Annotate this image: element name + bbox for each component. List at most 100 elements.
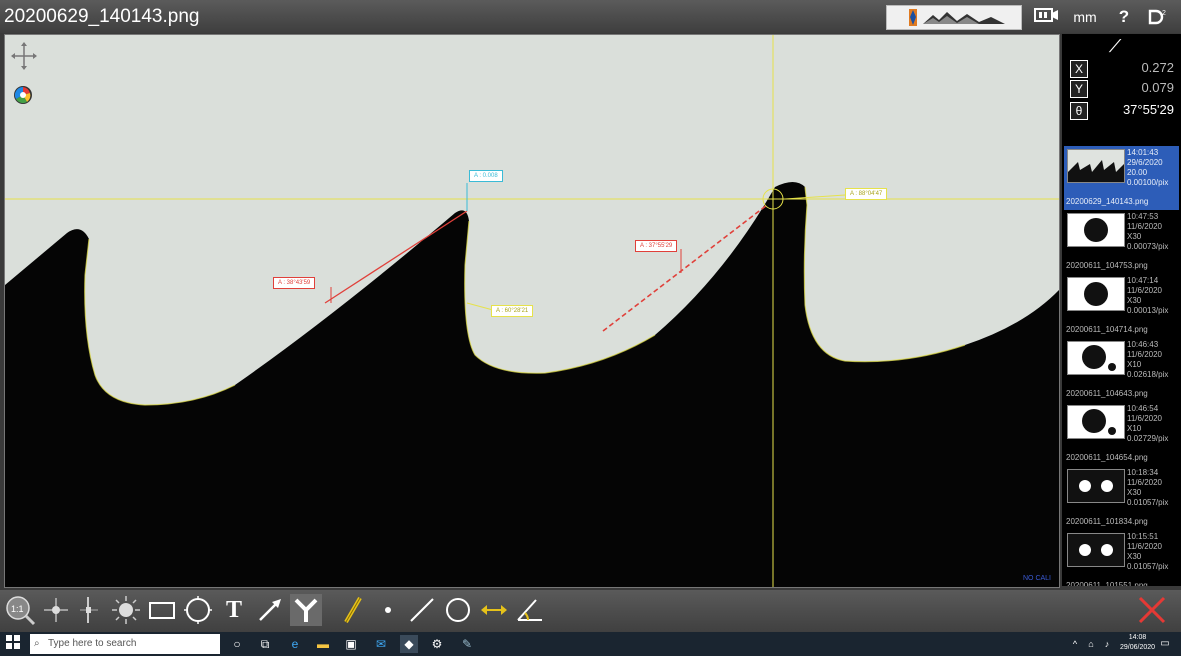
angle-tool-icon[interactable] bbox=[514, 594, 546, 626]
thumbnail-scale: 0.00013/pix bbox=[1127, 306, 1169, 315]
thumbnail-filename: 20200611_104714.png bbox=[1066, 325, 1148, 334]
measurement-app-icon[interactable]: ◆ bbox=[400, 635, 418, 653]
thumbnail-image bbox=[1067, 149, 1125, 183]
measurement-label-angle-2[interactable]: A : 60°28'21 bbox=[491, 305, 534, 317]
brand-logo bbox=[886, 5, 1022, 30]
thumbnail-time: 10:46:43 bbox=[1127, 340, 1159, 349]
thumbnail-time: 14:01:43 bbox=[1127, 148, 1159, 157]
thumbnail-zoom: X30 bbox=[1127, 232, 1142, 241]
zoom-1-1-icon[interactable]: 1:1 bbox=[4, 594, 36, 626]
title-bar: 20200629_140143.png mm ? 2 bbox=[0, 0, 1181, 33]
thumbnail-item[interactable]: 10:46:54 11/6/2020 X10 0.02729/pix 20200611_… bbox=[1064, 402, 1179, 466]
circle-tool-icon[interactable] bbox=[182, 594, 214, 626]
rectangle-tool-icon[interactable] bbox=[146, 594, 178, 626]
y-value: 0.079 bbox=[1141, 80, 1174, 95]
thumbnail-item[interactable]: 10:18:34 11/6/2020 X30 0.01057/pix 20200611_… bbox=[1064, 466, 1179, 530]
thumbnail-meta: 10:15:51 11/6/2020 X30 0.01057/pix bbox=[1127, 532, 1168, 572]
unit-selector[interactable]: mm bbox=[1070, 6, 1100, 28]
thumbnail-time: 10:18:34 bbox=[1127, 468, 1159, 477]
task-view-icon[interactable]: ⧉ bbox=[256, 635, 274, 653]
edge-browser-icon[interactable]: e bbox=[286, 635, 304, 653]
arrow-tool-icon[interactable] bbox=[254, 594, 286, 626]
point-crosshair-icon[interactable] bbox=[40, 594, 72, 626]
thumbnail-meta: 10:47:53 11/6/2020 X30 0.00073/pix bbox=[1127, 212, 1168, 252]
thumbnail-item[interactable]: 14:01:43 29/6/2020 20.00 0.00100/pix 2020062… bbox=[1064, 146, 1179, 210]
store-icon[interactable]: ▣ bbox=[342, 635, 360, 653]
app-menu-icon[interactable]: 2 bbox=[1144, 6, 1172, 28]
thumbnail-item[interactable]: 10:15:51 11/6/2020 X30 0.01057/pix 20200611_… bbox=[1064, 530, 1179, 586]
coord-theta-row: θ 37°55'29 bbox=[1070, 102, 1178, 120]
settings-gear-icon[interactable]: ⚙ bbox=[428, 635, 446, 653]
measurement-y-icon[interactable] bbox=[290, 594, 322, 626]
thumbnail-meta: 10:46:54 11/6/2020 X10 0.02729/pix bbox=[1127, 404, 1168, 444]
thumbnail-zoom: X30 bbox=[1127, 488, 1142, 497]
thumbnail-filename: 20200611_101551.png bbox=[1066, 581, 1148, 586]
pencil-icon[interactable] bbox=[338, 594, 370, 626]
thumbnail-time: 10:46:54 bbox=[1127, 404, 1159, 413]
line-tool-icon[interactable] bbox=[406, 594, 438, 626]
thumbnail-filename: 20200611_104643.png bbox=[1066, 389, 1148, 398]
notification-icon[interactable]: ▭ bbox=[1156, 635, 1174, 653]
current-tool-line-icon: / bbox=[1106, 36, 1124, 56]
calibration-status: NO CALI bbox=[1023, 575, 1052, 582]
thumbnail-date: 11/6/2020 bbox=[1127, 542, 1162, 551]
clock-date: 29/06/2020 bbox=[1120, 644, 1156, 651]
measurement-label-angle-3[interactable]: A : 37°55'29 bbox=[635, 240, 678, 252]
thumbnail-date: 11/6/2020 bbox=[1127, 414, 1162, 423]
theta-key: θ bbox=[1070, 102, 1088, 120]
auto-detect-sun-icon[interactable] bbox=[110, 594, 142, 626]
window-title: 20200629_140143.png bbox=[4, 6, 200, 27]
video-camera-icon[interactable] bbox=[1034, 6, 1060, 28]
point-dot-icon[interactable] bbox=[372, 594, 404, 626]
svg-text:2: 2 bbox=[1162, 10, 1166, 17]
y-key: Y bbox=[1070, 80, 1088, 98]
measurement-label-distance[interactable]: A : 0.008 bbox=[469, 170, 503, 182]
distance-arrow-icon[interactable] bbox=[478, 594, 510, 626]
thumbnail-zoom: X10 bbox=[1127, 360, 1142, 369]
text-tool-icon[interactable]: T bbox=[218, 594, 250, 626]
thumbnail-date: 29/6/2020 bbox=[1127, 158, 1163, 167]
circle-measure-icon[interactable] bbox=[442, 594, 474, 626]
thumbnail-filename: 20200611_104654.png bbox=[1066, 453, 1148, 462]
svg-text:1:1: 1:1 bbox=[11, 604, 24, 614]
thumbnail-filename: 20200611_101834.png bbox=[1066, 517, 1148, 526]
thumbnail-scale: 0.01057/pix bbox=[1127, 498, 1169, 507]
right-panel: / X 0.272 Y 0.079 θ 37°55'29 14:01:43 29/… bbox=[1062, 34, 1181, 586]
thumbnail-time: 10:15:51 bbox=[1127, 532, 1159, 541]
measurement-label-angle-4[interactable]: A : 88°04'47 bbox=[845, 188, 888, 200]
thumbnail-scale: 0.01057/pix bbox=[1127, 562, 1169, 571]
edge-line-icon[interactable] bbox=[74, 594, 106, 626]
thumbnail-date: 11/6/2020 bbox=[1127, 222, 1162, 231]
search-placeholder: Type here to search bbox=[48, 638, 137, 649]
thumbnail-item[interactable]: 10:47:53 11/6/2020 X30 0.00073/pix 20200611_… bbox=[1064, 210, 1179, 274]
image-viewer[interactable]: A : 38°43'59 A : 0.008 A : 60°28'21 A : … bbox=[4, 34, 1060, 588]
thumbnail-date: 11/6/2020 bbox=[1127, 286, 1162, 295]
thumbnail-scale: 0.00073/pix bbox=[1127, 242, 1169, 251]
thumbnail-date: 11/6/2020 bbox=[1127, 350, 1162, 359]
thumbnail-image bbox=[1067, 533, 1125, 567]
thumbnail-zoom: X10 bbox=[1127, 424, 1142, 433]
paint-icon[interactable]: ✎ bbox=[458, 635, 476, 653]
volume-icon[interactable]: ♪ bbox=[1098, 635, 1116, 653]
thumbnail-item[interactable]: 10:47:14 11/6/2020 X30 0.00013/pix 20200611_… bbox=[1064, 274, 1179, 338]
pan-move-icon[interactable] bbox=[11, 41, 37, 71]
windows-start-icon[interactable] bbox=[4, 635, 22, 653]
measurement-label-angle-1[interactable]: A : 38°43'59 bbox=[273, 277, 316, 289]
thumbnail-zoom: 20.00 bbox=[1127, 168, 1148, 177]
mail-icon[interactable]: ✉ bbox=[372, 635, 390, 653]
thumbnail-list[interactable]: 14:01:43 29/6/2020 20.00 0.00100/pix 2020062… bbox=[1064, 146, 1181, 586]
thumbnail-time: 10:47:53 bbox=[1127, 212, 1159, 221]
thumbnail-filename: 20200611_104753.png bbox=[1066, 261, 1148, 270]
help-button[interactable]: ? bbox=[1114, 6, 1134, 28]
color-wheel-icon[interactable] bbox=[13, 85, 33, 105]
close-x-icon[interactable] bbox=[1136, 594, 1168, 626]
x-key: X bbox=[1070, 60, 1088, 78]
cortana-icon[interactable]: ○ bbox=[228, 635, 246, 653]
file-explorer-icon[interactable]: ▬ bbox=[314, 635, 332, 653]
thumbnail-image bbox=[1067, 277, 1125, 311]
system-clock[interactable]: 14:08 29/06/2020 bbox=[1120, 633, 1155, 653]
taskbar-search[interactable]: ⌕ Type here to search bbox=[30, 634, 220, 654]
thumbnail-item[interactable]: 10:46:43 11/6/2020 X10 0.02618/pix 20200611_… bbox=[1064, 338, 1179, 402]
thumbnail-scale: 0.02618/pix bbox=[1127, 370, 1169, 379]
thumbnail-image bbox=[1067, 469, 1125, 503]
